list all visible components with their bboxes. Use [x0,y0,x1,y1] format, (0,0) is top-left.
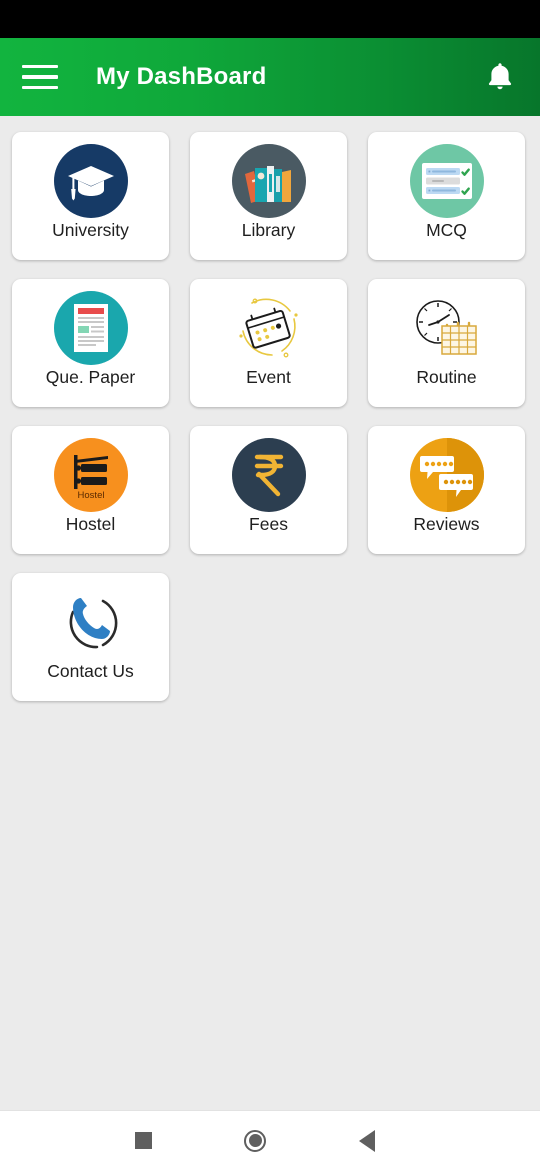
checklist-card-icon [408,142,486,220]
hamburger-bar [22,75,58,79]
bunk-bed-glyph: Hostel [73,455,108,501]
hamburger-bar [22,85,58,90]
tile-que-paper[interactable]: Que. Paper [12,279,169,407]
home-button[interactable] [199,1111,311,1170]
rupee-glyph [254,454,283,497]
tile-label: Contact Us [47,661,134,681]
page-title: My DashBoard [96,63,267,90]
status-bar [0,0,540,38]
bell-glyph [488,63,512,90]
rupee-icon [230,436,308,514]
tile-label: Library [241,220,296,240]
clock-calendar-icon [408,289,486,367]
phone-icon [52,583,130,661]
app-bar: My DashBoard [0,38,540,116]
hamburger-menu-icon[interactable] [22,62,60,92]
document-icon [52,289,130,367]
dashboard-grid: University Library MCQ Que. Paper Event … [0,116,540,1110]
tile-label: MCQ [426,220,467,240]
tile-reviews[interactable]: Reviews [368,426,525,554]
phone-screen: My DashBoard University Library MCQ Que.… [0,0,540,1170]
graduation-cap-glyph [67,166,114,201]
tile-label: Que. Paper [45,367,136,387]
tile-event[interactable]: Event [190,279,347,407]
back-button[interactable] [311,1111,423,1170]
calendar-event-icon [230,289,308,367]
tile-contact-us[interactable]: Contact Us [12,573,169,701]
hamburger-bar [22,64,58,69]
back-triangle-icon [359,1129,375,1152]
books-icon [230,142,308,220]
tile-library[interactable]: Library [190,132,347,260]
graduation-cap-icon [52,142,130,220]
chat-stars-glyph [419,456,473,497]
tile-university[interactable]: University [12,132,169,260]
tile-label: University [52,220,129,240]
home-circle-icon [244,1129,266,1152]
tile-label: Fees [249,514,288,534]
tile-fees[interactable]: Fees [190,426,347,554]
android-navigation-bar [0,1110,540,1170]
phone-glyph [69,598,117,649]
tile-label: Event [246,367,291,387]
tile-label: Reviews [413,514,480,534]
tile-routine[interactable]: Routine [368,279,525,407]
hostel-icon-text: Hostel [77,490,104,501]
books-glyph [244,166,291,203]
recents-button[interactable] [87,1111,199,1170]
chat-stars-icon [408,436,486,514]
calendar-event-glyph [238,298,298,358]
checklist-glyph [421,163,472,199]
document-glyph [73,304,108,352]
tile-label: Routine [416,367,477,387]
tile-label: Hostel [65,514,116,534]
bell-icon[interactable] [482,57,518,97]
recents-square-icon [134,1132,152,1149]
tile-hostel[interactable]: Hostel Hostel [12,426,169,554]
tile-mcq[interactable]: MCQ [368,132,525,260]
bunk-bed-icon: Hostel [52,436,130,514]
clock-calendar-glyph [415,300,477,355]
